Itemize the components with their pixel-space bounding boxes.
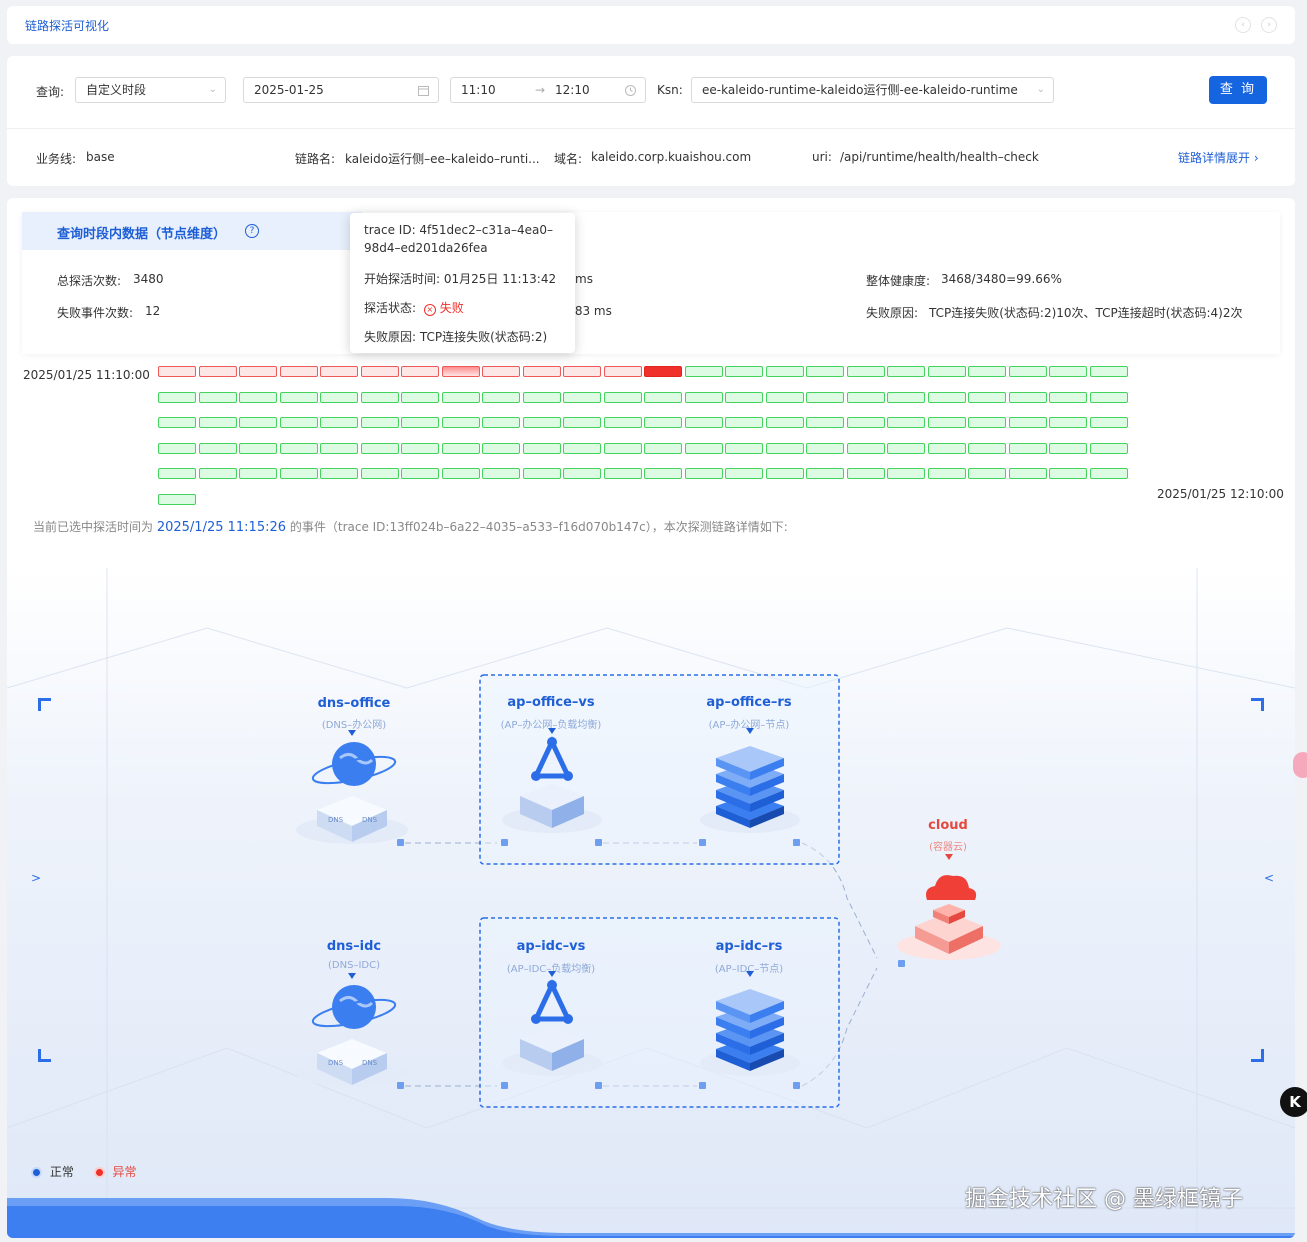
connector-node [397, 1082, 404, 1089]
legend: 正常 异常 [33, 1163, 137, 1180]
server-stack-icon[interactable] [690, 971, 810, 1081]
connector-node [793, 839, 800, 846]
uri-label: uri: [812, 150, 832, 164]
divider [7, 128, 1295, 129]
scroll-right-arrow[interactable]: < [1264, 871, 1274, 885]
uri-value: /api/runtime/health/health–check [840, 150, 1039, 164]
connector-node [595, 1082, 602, 1089]
load-balancer-icon[interactable] [492, 971, 612, 1081]
connector-node [699, 1082, 706, 1089]
search-button[interactable]: 查 询 [1209, 76, 1267, 104]
floating-action-icon[interactable]: K [1280, 1087, 1307, 1117]
dns-idc-sub: (DNS–IDC) [328, 960, 380, 971]
bracket-top-left [38, 698, 51, 711]
side-badge-icon[interactable] [1293, 752, 1307, 778]
dns-office-title: dns–office [317, 696, 391, 711]
cloud-title: cloud [928, 818, 968, 833]
bracket-bottom-right [1251, 1049, 1264, 1062]
next-nav-icon[interactable]: › [1261, 17, 1277, 33]
ap-office-vs-title: ap–office–vs [507, 695, 595, 710]
time-arrow: → [535, 83, 546, 97]
time-end: 12:10 [555, 83, 590, 97]
link-value: kaleido运行侧–ee–kaleido–runti... [345, 152, 540, 166]
ksn-select[interactable]: ee-kaleido-runtime-kaleido运行侧-ee-kaleido… [691, 77, 1054, 103]
svg-text:DNS: DNS [362, 816, 378, 824]
chevron-down-icon: ⌄ [208, 84, 217, 95]
calendar-icon [418, 86, 429, 96]
cloud-icon[interactable] [889, 854, 1009, 969]
bracket-top-right [1251, 698, 1264, 711]
cloud-sub: (容器云) [929, 842, 967, 853]
date-value: 2025-01-25 [254, 83, 324, 97]
legend-abnormal: 异常 [112, 1165, 137, 1179]
business-value: base [86, 150, 115, 164]
time-range-picker[interactable]: 11:10 → 12:10 [450, 77, 646, 103]
globe-server-icon[interactable]: DNS DNS [292, 973, 412, 1093]
scroll-left-arrow[interactable]: > [31, 871, 41, 885]
connector-node [501, 839, 508, 846]
range-type-select[interactable]: 自定义时段 ⌄ [75, 77, 226, 103]
connector-node [699, 839, 706, 846]
domain-label: 域名: [554, 152, 583, 166]
connector-node [793, 1082, 800, 1089]
connector-node [397, 839, 404, 846]
normal-dot-icon [33, 1169, 40, 1176]
page-title: 链路探活可视化 [25, 19, 110, 33]
query-card: 查询: 自定义时段 ⌄ 2025-01-25 11:10 → 12:10 Ksn… [7, 56, 1295, 186]
link-label: 链路名: [295, 152, 336, 166]
connector-node [898, 960, 905, 967]
header-bar: 链路探活可视化 ‹ › [7, 6, 1295, 44]
business-label: 业务线: [36, 152, 77, 166]
connector-node [595, 839, 602, 846]
ksn-value: ee-kaleido-runtime-kaleido运行侧-ee-kaleido… [702, 83, 1018, 97]
legend-normal: 正常 [49, 1165, 74, 1179]
ap-idc-vs-title: ap–idc–vs [516, 939, 586, 954]
topology-connectors [405, 674, 878, 1108]
expand-details-label: 链路详情展开 [1178, 151, 1251, 165]
connector-node [501, 1082, 508, 1089]
expand-details-link[interactable]: 链路详情展开 › [1178, 149, 1259, 166]
range-type-value: 自定义时段 [86, 83, 147, 97]
svg-text:DNS: DNS [328, 1059, 344, 1067]
chevron-down-icon: ⌄ [1036, 84, 1045, 95]
prev-nav-icon[interactable]: ‹ [1235, 17, 1251, 33]
ap-idc-rs-title: ap–idc–rs [715, 939, 783, 954]
svg-text:DNS: DNS [362, 1059, 378, 1067]
query-label: 查询: [36, 85, 65, 99]
ksn-label: Ksn: [657, 83, 683, 97]
chevron-right-icon: › [1253, 151, 1259, 165]
load-balancer-icon[interactable] [492, 728, 612, 838]
main-card: 查询时段内数据（节点维度） ? 总探活次数: 3480 失败事件次数: 12 m… [7, 198, 1295, 1238]
domain-value: kaleido.corp.kuaishou.com [591, 150, 752, 164]
dns-idc-title: dns–idc [326, 939, 382, 954]
clock-icon [625, 85, 636, 96]
ap-office-rs-title: ap–office–rs [706, 695, 792, 710]
time-start: 11:10 [461, 83, 496, 97]
date-picker[interactable]: 2025-01-25 [243, 77, 439, 103]
globe-server-icon[interactable]: DNS DNS [292, 730, 412, 850]
svg-text:DNS: DNS [328, 816, 344, 824]
dns-office-sub: (DNS–办公网) [321, 720, 387, 731]
bracket-bottom-left [38, 1049, 51, 1062]
watermark: 掘金技术社区 @ 墨绿框镜子 [965, 1187, 1243, 1212]
abnormal-dot-icon [95, 1169, 103, 1176]
server-stack-icon[interactable] [690, 728, 810, 838]
